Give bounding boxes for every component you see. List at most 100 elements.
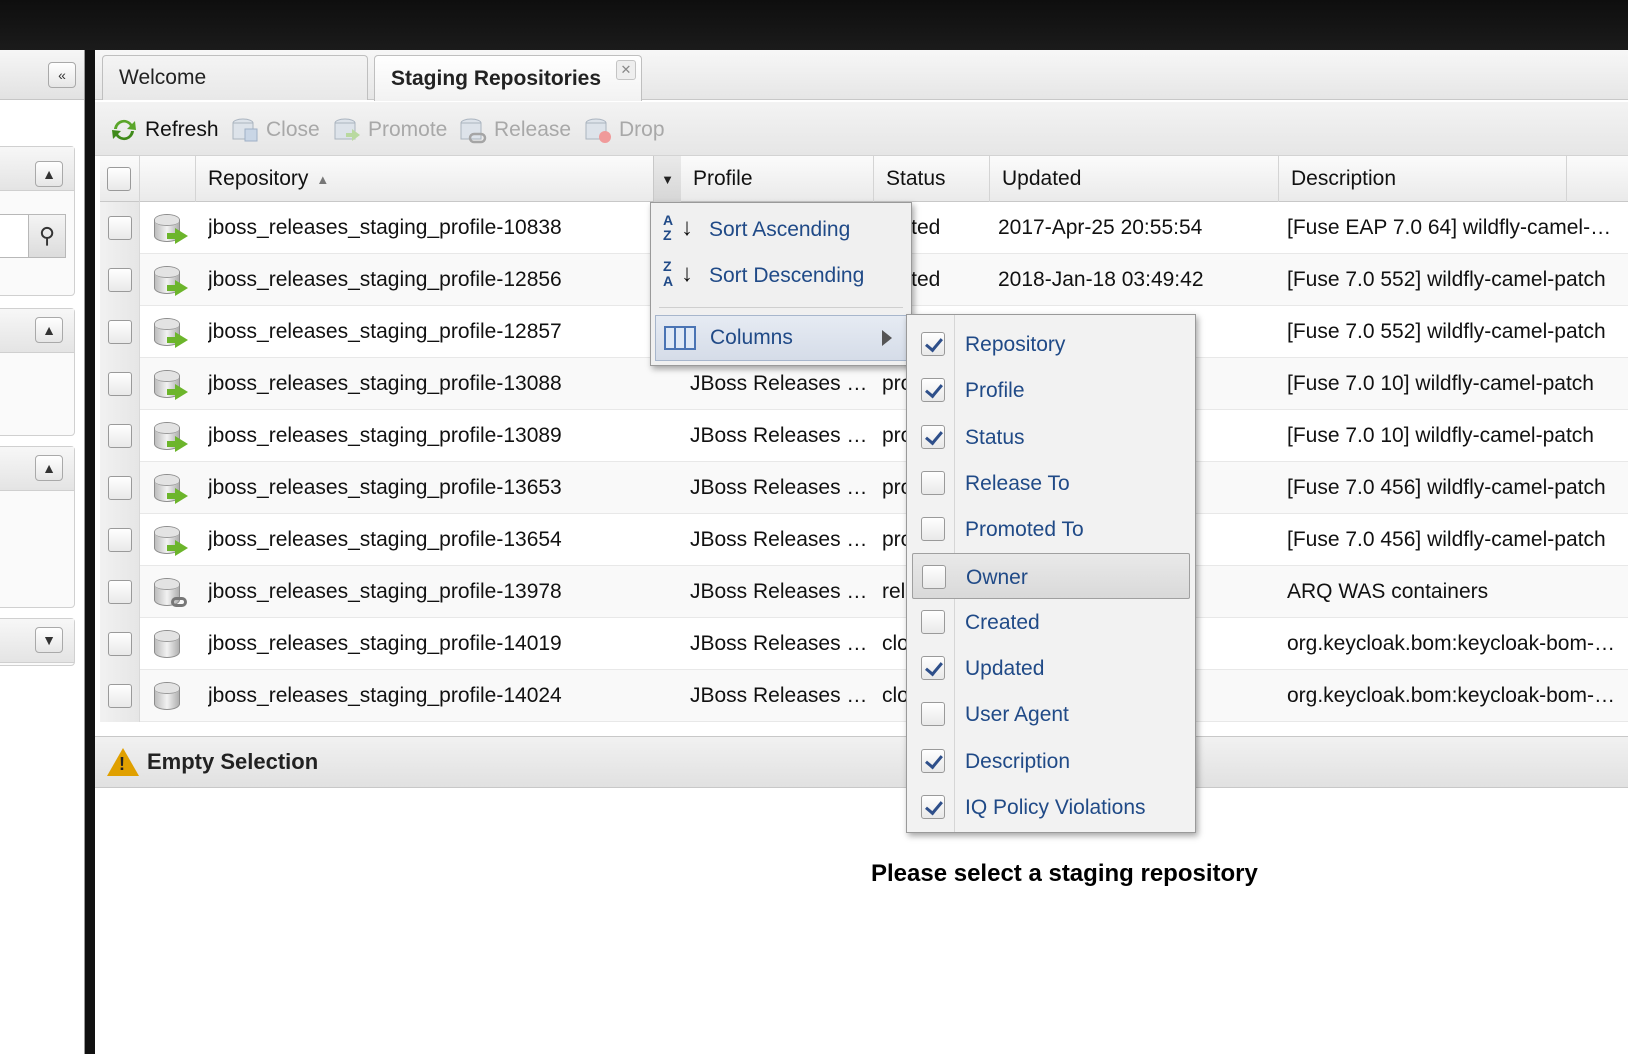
column-toggle-checkbox[interactable] — [921, 378, 945, 403]
columns-submenu: Repository Profile Status Release To Promote… — [906, 314, 1196, 833]
column-toggle-label: Profile — [965, 379, 1025, 403]
column-toggle-iq-policy-violations[interactable]: IQ Policy Violations — [907, 784, 1195, 830]
column-toggle-updated[interactable]: Updated — [907, 645, 1195, 691]
column-toggle-checkbox[interactable] — [921, 656, 945, 681]
column-header-label: Repository — [208, 167, 309, 190]
menu-item-sort-ascending[interactable]: A Z ↓ Sort Ascending — [651, 207, 911, 253]
row-checkbox[interactable] — [107, 216, 132, 240]
cell-description-text: [Fuse 7.0 552] wildfly-camel-patch — [1287, 320, 1606, 343]
column-toggle-checkbox[interactable] — [921, 470, 945, 495]
panel-expand-button[interactable]: ▼ — [35, 627, 63, 653]
cell-description: [Fuse 7.0 456] wildfly-camel-patch — [1287, 462, 1622, 514]
panel-collapse-button[interactable]: ▲ — [35, 455, 63, 481]
cell-description-text: [Fuse EAP 7.0 64] wildfly-camel-patch — [1287, 216, 1622, 239]
row-icon-cell — [140, 306, 196, 358]
cell-profile-text: JBoss Releases Staging — [690, 528, 872, 551]
column-toggle-checkbox[interactable] — [921, 332, 945, 356]
column-header-status[interactable]: Status — [874, 156, 990, 202]
toolbar: Refresh Close Promote Release Drop — [95, 102, 1628, 156]
repo-promote-icon — [154, 316, 188, 348]
row-checkbox[interactable] — [107, 580, 132, 604]
menu-item-label: Columns — [710, 326, 793, 349]
column-toggle-checkbox[interactable] — [922, 564, 946, 589]
column-toggle-release-to[interactable]: Release To — [907, 460, 1195, 506]
column-header-profile[interactable]: Profile — [681, 156, 874, 202]
split-divider[interactable] — [85, 50, 95, 1054]
menu-item-sort-descending[interactable]: Z A ↓ Sort Descending — [651, 253, 911, 299]
sidebar-search-button[interactable]: ⚲ — [28, 214, 66, 258]
cell-updated: 2018-Jan-18 03:49:42 — [998, 268, 1204, 291]
cell-profile: JBoss Releases Staging — [690, 670, 872, 722]
column-toggle-label: Promoted To — [965, 518, 1084, 542]
column-header-repository[interactable]: Repository ▲ — [196, 156, 681, 202]
column-toggle-promoted-to[interactable]: Promoted To — [907, 506, 1195, 552]
refresh-button[interactable]: Refresh — [109, 114, 219, 146]
close-tab-button[interactable]: ✕ — [616, 60, 636, 80]
column-menu-trigger[interactable]: ▼ — [653, 156, 681, 202]
double-chevron-left-icon: « — [58, 67, 66, 83]
refresh-icon — [112, 119, 136, 141]
cell-profile: JBoss Releases Staging — [690, 514, 872, 566]
table-row[interactable]: jboss_releases_staging_profile-13089 JBos… — [100, 410, 1628, 462]
column-toggle-created[interactable]: Created — [907, 599, 1195, 645]
selection-panel-header: Empty Selection — [95, 736, 1628, 788]
column-toggle-checkbox[interactable] — [921, 424, 945, 449]
sort-descending-icon: Z A ↓ — [663, 258, 693, 289]
cell-profile-text: JBoss Releases Staging — [690, 684, 872, 707]
cell-description-text: [Fuse 7.0 456] wildfly-camel-patch — [1287, 476, 1606, 499]
row-checkbox[interactable] — [107, 320, 132, 344]
drop-button[interactable]: Drop — [583, 114, 665, 146]
release-button[interactable]: Release — [458, 114, 571, 146]
column-toggle-label: Created — [965, 610, 1040, 634]
column-toggle-label: Release To — [965, 471, 1070, 495]
close-button[interactable]: Close — [230, 114, 320, 146]
column-toggle-checkbox[interactable] — [921, 795, 945, 819]
cell-repository: jboss_releases_staging_profile-13654 — [208, 528, 562, 551]
column-context-menu: A Z ↓ Sort Ascending Z A ↓ Sort Descending C… — [650, 202, 912, 366]
row-icon-cell — [140, 202, 196, 254]
row-checkbox[interactable] — [107, 684, 132, 708]
row-checkbox[interactable] — [107, 632, 132, 656]
column-header-updated[interactable]: Updated — [990, 156, 1279, 202]
column-toggle-label: Updated — [965, 657, 1045, 681]
row-icon-cell — [140, 462, 196, 514]
column-toggle-checkbox[interactable] — [921, 748, 945, 773]
select-all-cell — [100, 156, 140, 202]
panel-collapse-button[interactable]: ▲ — [35, 317, 63, 343]
column-toggle-status[interactable]: Status — [907, 414, 1195, 460]
table-row[interactable]: jboss_releases_staging_profile-14019 JBos… — [100, 618, 1628, 670]
table-row[interactable]: jboss_releases_staging_profile-13654 JBos… — [100, 514, 1628, 566]
column-toggle-checkbox[interactable] — [921, 609, 945, 634]
column-header-description[interactable]: Description — [1279, 156, 1567, 202]
row-checkbox[interactable] — [107, 476, 132, 500]
select-all-checkbox[interactable] — [107, 167, 131, 191]
table-row[interactable]: jboss_releases_staging_profile-13978 JBos… — [100, 566, 1628, 618]
repo-promote-icon — [154, 524, 188, 556]
collapse-sidebar-button[interactable]: « — [48, 62, 76, 88]
column-toggle-description[interactable]: Description — [907, 738, 1195, 784]
promote-icon — [334, 118, 360, 141]
table-row[interactable]: jboss_releases_staging_profile-13653 JBos… — [100, 462, 1628, 514]
column-toggle-profile[interactable]: Profile — [907, 367, 1195, 413]
menu-item-columns[interactable]: Columns — [655, 315, 907, 361]
table-row[interactable]: jboss_releases_staging_profile-14024 JBos… — [100, 670, 1628, 722]
tab-welcome[interactable]: Welcome — [102, 55, 368, 100]
column-toggle-checkbox[interactable] — [921, 702, 945, 727]
row-checkbox[interactable] — [107, 528, 132, 552]
column-toggle-repository[interactable]: Repository — [907, 321, 1195, 367]
row-checkbox[interactable] — [107, 424, 132, 448]
row-icon-cell — [140, 254, 196, 306]
promote-button[interactable]: Promote — [332, 114, 447, 146]
column-toggle-owner[interactable]: Owner — [912, 552, 1190, 599]
cell-repository: jboss_releases_staging_profile-13653 — [208, 476, 562, 499]
search-icon: ⚲ — [38, 223, 56, 248]
repo-closed-icon — [154, 680, 182, 712]
panel-collapse-button[interactable]: ▲ — [35, 161, 63, 187]
cell-profile-text: JBoss Releases Staging — [690, 632, 872, 655]
column-toggle-user-agent[interactable]: User Agent — [907, 691, 1195, 737]
column-toggle-checkbox[interactable] — [921, 517, 945, 542]
icon-column-header — [140, 156, 196, 202]
tab-staging-repositories[interactable]: Staging Repositories — [374, 55, 642, 101]
row-checkbox[interactable] — [107, 268, 132, 292]
row-checkbox[interactable] — [107, 372, 132, 396]
